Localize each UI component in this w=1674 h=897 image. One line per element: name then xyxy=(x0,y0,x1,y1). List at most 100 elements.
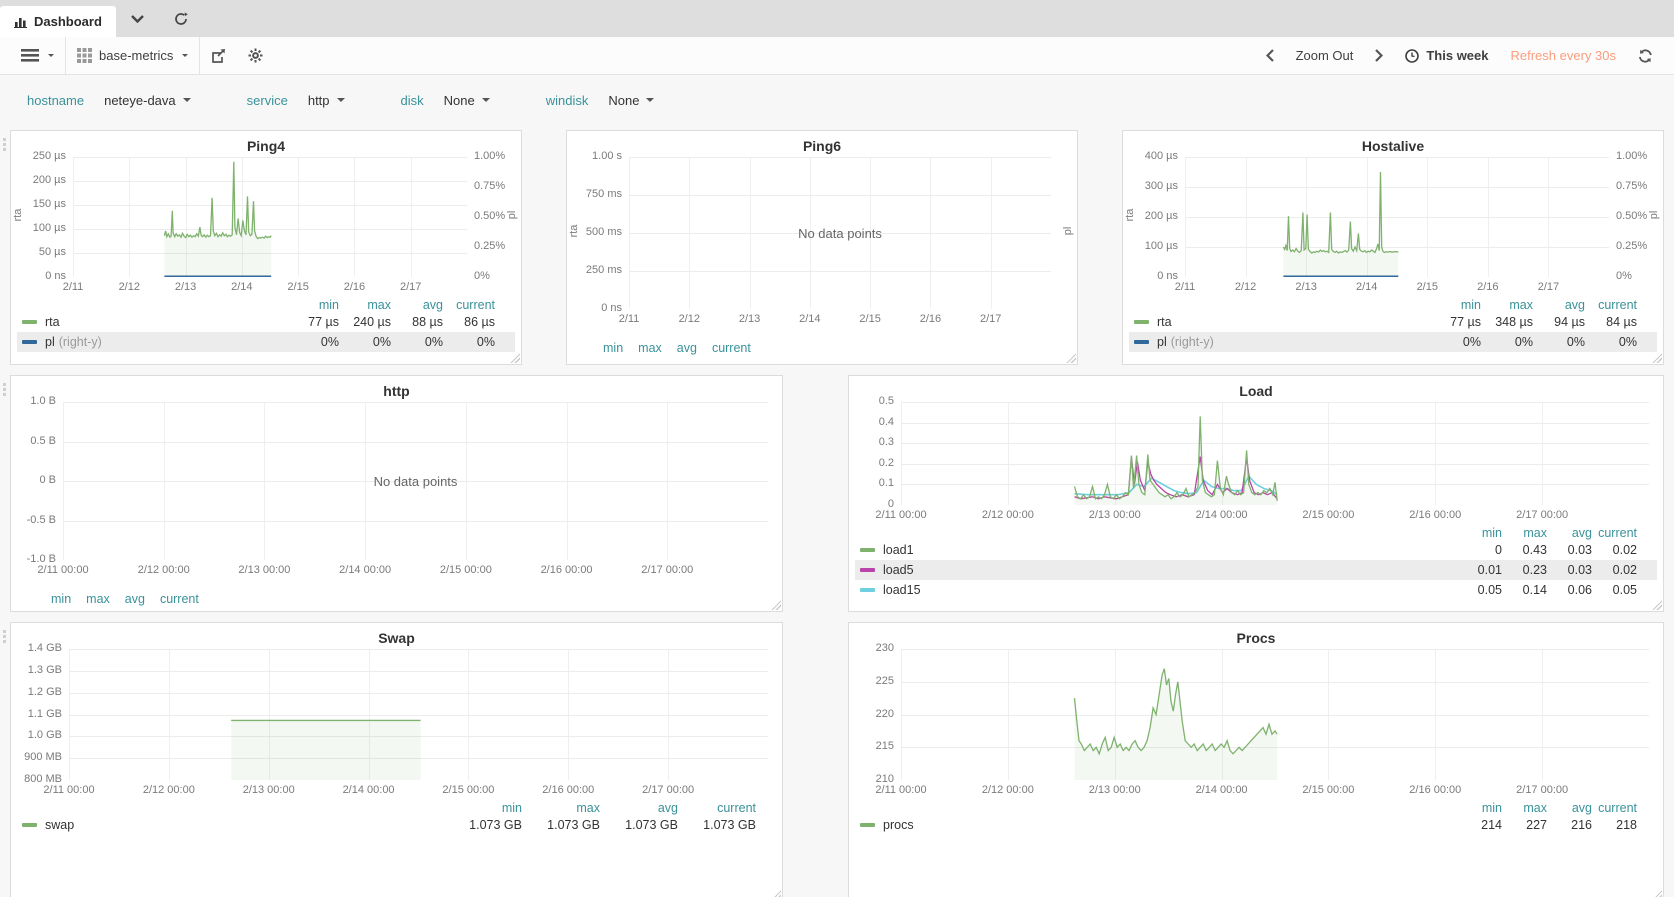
panel-title[interactable]: http xyxy=(11,376,782,402)
plot-area[interactable] xyxy=(69,649,768,780)
legend-swatch xyxy=(860,588,875,592)
legend-header-cell[interactable]: avg xyxy=(677,341,697,355)
plot-area[interactable] xyxy=(73,157,467,277)
variable-label: service xyxy=(247,93,288,108)
legend-header-cell[interactable]: min xyxy=(444,801,522,815)
legend-series-toggle[interactable]: load1 xyxy=(860,543,1457,557)
legend-header: minmaxavgcurrent xyxy=(855,800,1657,815)
legend-header-cell[interactable]: min xyxy=(1429,298,1481,312)
legend-header-cell[interactable]: min xyxy=(287,298,339,312)
variable-value-dropdown[interactable]: None xyxy=(608,93,654,108)
tab-dashboard[interactable]: Dashboard xyxy=(0,6,116,37)
legend-header-cell[interactable]: max xyxy=(86,592,110,606)
panel-title[interactable]: Swap xyxy=(11,623,782,649)
legend: minmaxavgcurrentrta77 µs240 µs88 µs86 µs… xyxy=(17,297,515,352)
legend-series-toggle[interactable]: load15 xyxy=(860,583,1457,597)
legend-header-cell[interactable]: current xyxy=(712,341,751,355)
legend-series-toggle[interactable]: pl(right-y) xyxy=(1134,335,1429,349)
legend-header-cell[interactable]: max xyxy=(1481,298,1533,312)
y-axis-tick: 225 xyxy=(849,675,894,687)
legend-header-cell[interactable]: max xyxy=(522,801,600,815)
panel-title[interactable]: Procs xyxy=(849,623,1663,649)
legend-header-cell[interactable]: current xyxy=(443,298,495,312)
variable-service: service http xyxy=(247,93,345,108)
panel-resize-grip[interactable] xyxy=(509,352,520,363)
legend-header-cell[interactable]: min xyxy=(1457,801,1502,815)
legend-series-name: load1 xyxy=(883,543,914,557)
panel-title[interactable]: Ping4 xyxy=(11,131,521,157)
panel-resize-grip[interactable] xyxy=(1651,889,1662,897)
legend-series-toggle[interactable]: pl(right-y) xyxy=(22,335,287,349)
settings-button[interactable] xyxy=(237,37,274,74)
legend-header-cell[interactable]: avg xyxy=(600,801,678,815)
y-axis-tick-right: 0.75% xyxy=(474,180,505,192)
legend-header-cell[interactable]: current xyxy=(678,801,756,815)
legend-series-toggle[interactable]: load5 xyxy=(860,563,1457,577)
share-button[interactable] xyxy=(200,37,237,74)
legend-header-cell[interactable]: avg xyxy=(125,592,145,606)
plot-area[interactable] xyxy=(1185,157,1609,277)
row-drag-handle[interactable] xyxy=(3,630,6,633)
legend-header-cell[interactable]: avg xyxy=(1533,298,1585,312)
chevron-right-icon xyxy=(1375,49,1383,62)
legend-series-toggle[interactable]: rta xyxy=(1134,315,1429,329)
main-menu-button[interactable] xyxy=(10,37,65,74)
legend-row: rta77 µs240 µs88 µs86 µs xyxy=(17,312,515,332)
legend-series-toggle[interactable]: procs xyxy=(860,818,1457,832)
dashboard-picker[interactable]: base-metrics xyxy=(66,37,199,74)
y-axis-tick: 1.0 B xyxy=(11,395,56,407)
row-drag-handle[interactable] xyxy=(3,138,6,141)
legend-value: 0.02 xyxy=(1592,563,1637,577)
zoom-out-button[interactable]: Zoom Out xyxy=(1285,37,1365,74)
panel-resize-grip[interactable] xyxy=(770,889,781,897)
legend-header-cell[interactable]: max xyxy=(638,341,662,355)
legend-header-cell[interactable]: max xyxy=(339,298,391,312)
legend-header: minmaxavgcurrent xyxy=(17,297,515,312)
variable-value-dropdown[interactable]: None xyxy=(444,93,490,108)
legend-header-cell[interactable]: min xyxy=(603,341,623,355)
panel-title[interactable]: Ping6 xyxy=(567,131,1077,157)
legend-header-cell[interactable]: avg xyxy=(391,298,443,312)
row-drag-handle[interactable] xyxy=(3,383,6,386)
refresh-now-button[interactable] xyxy=(1627,37,1664,74)
legend-header-cell[interactable]: current xyxy=(1592,801,1637,815)
legend-header-cell[interactable]: max xyxy=(1502,526,1547,540)
legend-value: 0.05 xyxy=(1592,583,1637,597)
panel-resize-grip[interactable] xyxy=(1651,599,1662,610)
legend-value: 0% xyxy=(339,335,391,349)
legend: minmaxavgcurrentrta77 µs348 µs94 µs84 µs… xyxy=(1129,297,1657,352)
legend-header-cell[interactable]: avg xyxy=(1547,526,1592,540)
legend-header-cell[interactable]: current xyxy=(1585,298,1637,312)
panel-title[interactable]: Hostalive xyxy=(1123,131,1663,157)
time-range-picker[interactable]: This week xyxy=(1394,37,1499,74)
variable-value-dropdown[interactable]: http xyxy=(308,93,345,108)
refresh-interval-label: Refresh every 30s xyxy=(1511,48,1617,63)
refresh-interval-picker[interactable]: Refresh every 30s xyxy=(1500,37,1628,74)
panel-resize-grip[interactable] xyxy=(770,599,781,610)
legend: minmaxavgcurrentprocs214227216218 xyxy=(855,800,1657,835)
legend-header-cell[interactable]: avg xyxy=(1547,801,1592,815)
legend-swatch xyxy=(22,320,37,324)
time-forward-button[interactable] xyxy=(1364,37,1394,74)
legend-header-cell[interactable]: current xyxy=(160,592,199,606)
time-back-button[interactable] xyxy=(1255,37,1285,74)
legend-header-cell[interactable]: max xyxy=(1502,801,1547,815)
tab-dropdown-button[interactable] xyxy=(116,0,159,37)
y-axis-label-right: pl xyxy=(1648,200,1660,230)
panel-title[interactable]: Load xyxy=(849,376,1663,402)
variable-hostname: hostname neteye-dava xyxy=(27,93,191,108)
panel-resize-grip[interactable] xyxy=(1651,352,1662,363)
legend-header-cell[interactable]: current xyxy=(1592,526,1637,540)
legend-series-toggle[interactable]: rta xyxy=(22,315,287,329)
plot-area[interactable] xyxy=(901,402,1649,505)
legend-series-name: pl xyxy=(45,335,55,349)
legend-header-cell[interactable]: min xyxy=(51,592,71,606)
plot-area[interactable] xyxy=(901,649,1649,780)
legend-series-toggle[interactable]: swap xyxy=(22,818,444,832)
y-axis-tick: 250 µs xyxy=(11,150,66,162)
variable-value-dropdown[interactable]: neteye-dava xyxy=(104,93,191,108)
tab-reload-button[interactable] xyxy=(159,0,203,37)
legend-header-cell[interactable]: min xyxy=(1457,526,1502,540)
y-axis-tick: 200 µs xyxy=(11,174,66,186)
panel-resize-grip[interactable] xyxy=(1065,352,1076,363)
